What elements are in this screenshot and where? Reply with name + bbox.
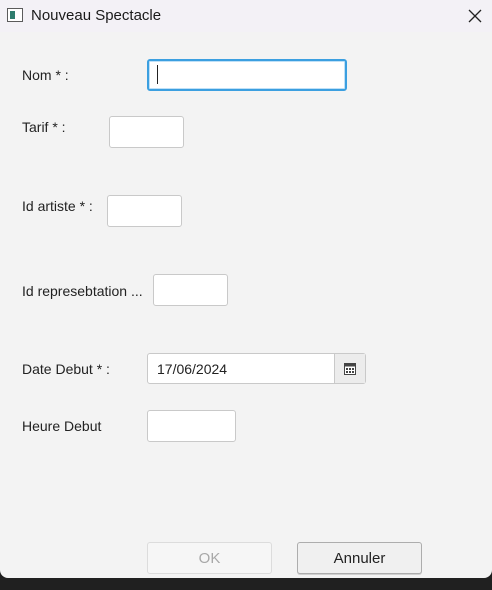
window-title: Nouveau Spectacle: [31, 7, 162, 24]
id-artiste-label: Id artiste * :: [22, 198, 93, 214]
id-artiste-input[interactable]: [107, 195, 182, 227]
title-bar[interactable]: Nouveau Spectacle: [0, 0, 492, 32]
heure-debut-input[interactable]: [147, 410, 236, 442]
text-caret: [157, 65, 158, 84]
cancel-button[interactable]: Annuler: [297, 542, 422, 574]
date-debut-label: Date Debut * :: [22, 361, 110, 377]
close-icon: [468, 9, 482, 23]
nom-input[interactable]: [147, 59, 347, 91]
date-debut-picker[interactable]: 17/06/2024: [147, 353, 366, 384]
close-button[interactable]: [458, 0, 492, 32]
date-debut-value[interactable]: 17/06/2024: [157, 361, 227, 377]
id-representation-label: Id represebtation ...: [22, 283, 143, 299]
ok-button[interactable]: OK: [147, 542, 272, 574]
heure-debut-label: Heure Debut: [22, 418, 102, 434]
calendar-icon: [344, 362, 356, 375]
tarif-label: Tarif * :: [22, 119, 66, 135]
background-strip: [0, 578, 492, 590]
nom-label: Nom * :: [22, 67, 69, 83]
app-window-icon: [7, 8, 23, 22]
id-representation-input[interactable]: [153, 274, 228, 306]
calendar-button[interactable]: [334, 354, 365, 383]
tarif-input[interactable]: [109, 116, 184, 148]
dialog-window: Nouveau Spectacle Nom * : Tarif * : Id a…: [0, 0, 492, 578]
